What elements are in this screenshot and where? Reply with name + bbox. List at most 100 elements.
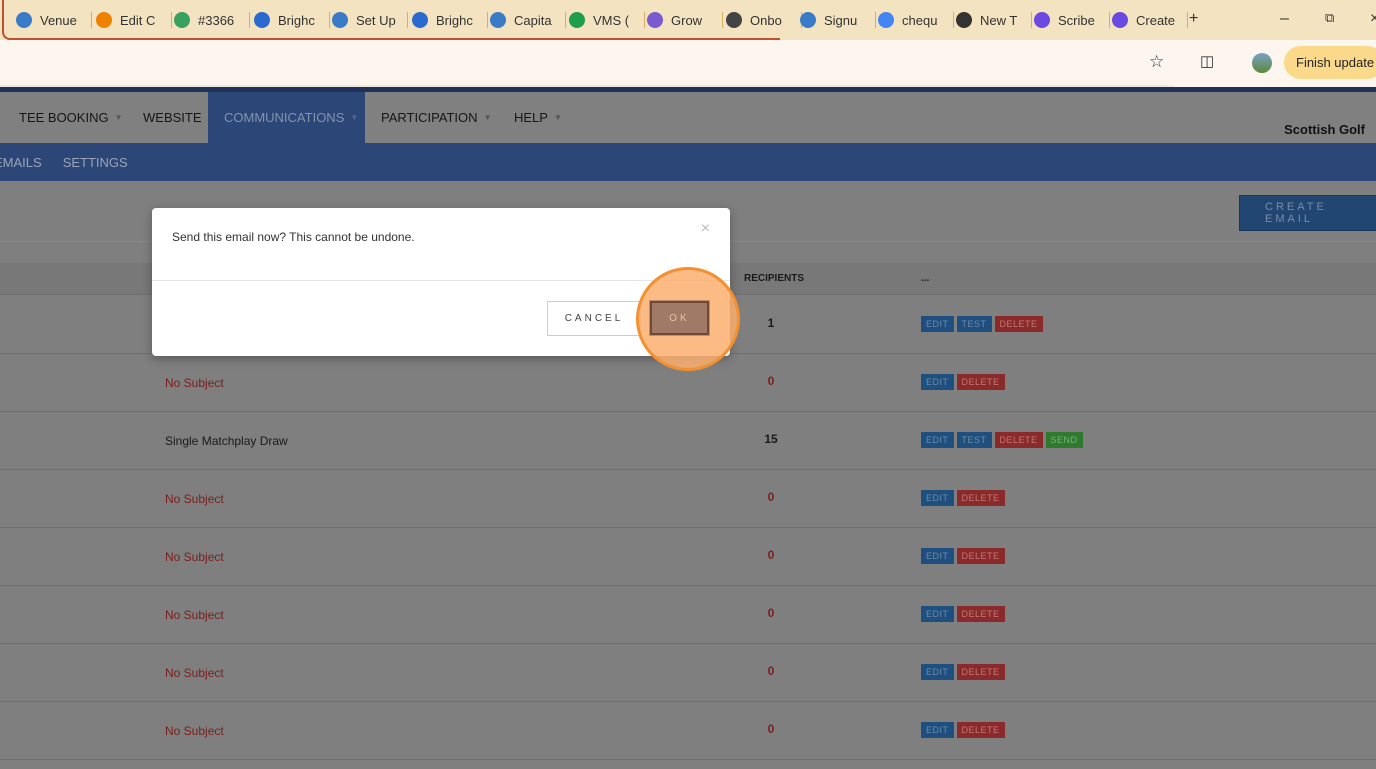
- edit-button[interactable]: EDIT: [921, 432, 954, 448]
- delete-button[interactable]: DELETE: [956, 722, 1005, 738]
- row-actions: EDIT DELETE: [921, 606, 1005, 622]
- tab-label: Capita: [514, 12, 552, 28]
- tab-label: Set Up: [356, 12, 396, 28]
- table-row: No Subject 0 EDIT DELETE: [0, 528, 1376, 586]
- scribe-icon: [1112, 12, 1128, 28]
- nav-participation[interactable]: PARTICIPATION ▼: [365, 92, 507, 143]
- caret-down-icon: ▼: [553, 113, 562, 122]
- edit-button[interactable]: EDIT: [921, 374, 954, 390]
- browser-tab[interactable]: Brighc: [254, 10, 330, 30]
- google-icon: [878, 12, 894, 28]
- tab-label: chequ: [902, 12, 938, 28]
- tab-label: Signu: [824, 12, 858, 28]
- caret-down-icon: ▼: [350, 113, 359, 122]
- table-row: No Subject 0 EDIT DELETE: [0, 586, 1376, 644]
- recipients-count: 15: [764, 432, 778, 446]
- delete-button[interactable]: DELETE: [956, 606, 1005, 622]
- browser-tab[interactable]: chequ: [878, 10, 954, 30]
- minimize-icon[interactable]: –: [1280, 10, 1289, 28]
- edit-button[interactable]: EDIT: [921, 664, 954, 680]
- email-subject[interactable]: No Subject: [165, 492, 224, 506]
- extensions-icon[interactable]: ◫: [1200, 52, 1214, 70]
- finish-update-button[interactable]: Finish update: [1284, 46, 1376, 79]
- tab-label: Brighc: [436, 12, 473, 28]
- nav-website[interactable]: WEBSITE: [127, 92, 218, 143]
- browser-tab[interactable]: Signu: [800, 10, 876, 30]
- edit-button[interactable]: EDIT: [921, 490, 954, 506]
- browser-tab[interactable]: Scribe: [1034, 10, 1110, 30]
- header-actions: ...: [921, 273, 930, 284]
- new-tab-button[interactable]: +: [1189, 10, 1198, 28]
- edit-button[interactable]: EDIT: [921, 606, 954, 622]
- golf-icon: [800, 12, 816, 28]
- tab-label: Venue: [40, 12, 77, 28]
- browser-tab[interactable]: Set Up: [332, 10, 408, 30]
- browser-tab[interactable]: Capita: [490, 10, 566, 30]
- dots-icon: [647, 12, 663, 28]
- email-subject[interactable]: No Subject: [165, 724, 224, 738]
- edit-button[interactable]: EDIT: [921, 722, 954, 738]
- tab-label: Scribe: [1058, 12, 1095, 28]
- dialog-message: Send this email now? This cannot be undo…: [172, 230, 415, 244]
- subnav-emails[interactable]: EMAILS: [0, 155, 42, 170]
- tab-label: Brighc: [278, 12, 315, 28]
- email-subject[interactable]: Single Matchplay Draw: [165, 434, 288, 448]
- nav-help[interactable]: HELP ▼: [498, 92, 578, 143]
- browser-tab[interactable]: Grow: [647, 10, 723, 30]
- row-actions: EDIT DELETE: [921, 722, 1005, 738]
- browser-tab[interactable]: Venue: [16, 10, 92, 30]
- browser-tab[interactable]: VMS (: [569, 10, 645, 30]
- test-button[interactable]: TEST: [956, 432, 992, 448]
- browser-tab[interactable]: #3366: [174, 10, 250, 30]
- browser-tab[interactable]: Brighc: [412, 10, 488, 30]
- nav-label: HELP: [514, 110, 548, 125]
- row-actions: EDIT DELETE: [921, 490, 1005, 506]
- main-nav: TEE BOOKING ▼ WEBSITE COMMUNICATIONS ▼ PAR…: [0, 87, 1376, 143]
- delete-button[interactable]: DELETE: [994, 316, 1043, 332]
- nav-tee-booking[interactable]: TEE BOOKING ▼: [3, 92, 139, 143]
- sub-nav: EMAILS SETTINGS: [0, 143, 1376, 181]
- ok-button[interactable]: OK: [650, 301, 709, 335]
- tab-label: Edit C: [120, 12, 156, 28]
- delete-button[interactable]: DELETE: [994, 432, 1043, 448]
- nav-label: WEBSITE: [143, 110, 202, 125]
- tab-label: Grow: [671, 12, 703, 28]
- send-button[interactable]: SEND: [1045, 432, 1083, 448]
- recipients-count: 0: [767, 548, 775, 562]
- bookmark-star-icon[interactable]: ☆: [1149, 52, 1164, 72]
- edit-button[interactable]: EDIT: [921, 548, 954, 564]
- delete-button[interactable]: DELETE: [956, 490, 1005, 506]
- link-icon: [254, 12, 270, 28]
- delete-button[interactable]: DELETE: [956, 664, 1005, 680]
- restore-icon[interactable]: ⧉: [1325, 10, 1334, 26]
- email-subject[interactable]: No Subject: [165, 666, 224, 680]
- email-subject[interactable]: No Subject: [165, 550, 224, 564]
- test-button[interactable]: TEST: [956, 316, 992, 332]
- scribe-icon: [1034, 12, 1050, 28]
- create-email-button[interactable]: CREATE EMAIL: [1239, 195, 1376, 231]
- tab-label: New T: [980, 12, 1018, 28]
- delete-button[interactable]: DELETE: [956, 374, 1005, 390]
- table-row: No Subject 0 EDIT DELETE: [0, 702, 1376, 760]
- subnav-settings[interactable]: SETTINGS: [63, 155, 128, 170]
- browser-tab[interactable]: Onbo: [726, 10, 802, 30]
- dialog-divider: [152, 280, 730, 281]
- close-window-icon[interactable]: ×: [1370, 10, 1376, 28]
- organisation-name: Scottish Golf: [1284, 122, 1365, 137]
- row-actions: EDIT DELETE: [921, 374, 1005, 390]
- tab-label: Onbo: [750, 12, 782, 28]
- tab-strip: Venue Edit C #3366 Brighc Set Up Brighc Capita…: [2, 0, 802, 40]
- edit-button[interactable]: EDIT: [921, 316, 954, 332]
- cancel-button[interactable]: CANCEL: [547, 301, 641, 336]
- browser-tab[interactable]: Create: [1112, 10, 1188, 30]
- profile-avatar[interactable]: [1252, 53, 1272, 73]
- nav-label: PARTICIPATION: [381, 110, 478, 125]
- table-row: No Subject 0 EDIT DELETE: [0, 470, 1376, 528]
- close-icon[interactable]: ×: [701, 220, 710, 238]
- email-subject[interactable]: No Subject: [165, 608, 224, 622]
- browser-tab[interactable]: New T: [956, 10, 1032, 30]
- browser-tab[interactable]: Edit C: [96, 10, 172, 30]
- nav-communications[interactable]: COMMUNICATIONS ▼: [208, 92, 365, 143]
- delete-button[interactable]: DELETE: [956, 548, 1005, 564]
- email-subject[interactable]: No Subject: [165, 376, 224, 390]
